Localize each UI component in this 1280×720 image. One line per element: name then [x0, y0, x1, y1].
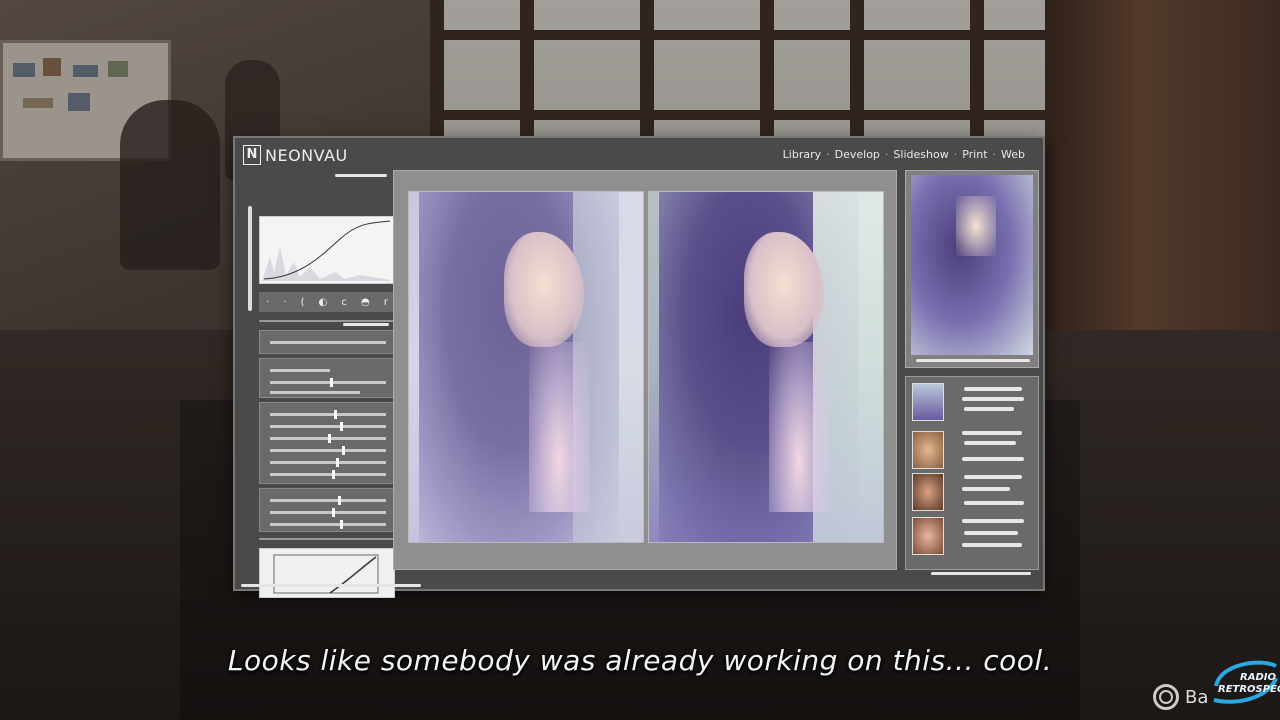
adjustments-panel: · · ( ◐ c ◓ r — [245, 170, 395, 598]
svg-text:RETROSPECT: RETROSPECT — [1218, 684, 1280, 695]
tool-icon[interactable]: · — [266, 297, 269, 308]
thumbnail[interactable] — [912, 431, 944, 469]
back-prompt[interactable]: Ba — [1153, 684, 1208, 710]
app-logo: N NEONVAU — [243, 144, 348, 166]
thumbnail[interactable] — [912, 517, 944, 555]
presence-section — [259, 488, 395, 532]
histogram — [259, 216, 395, 284]
basic-section — [259, 330, 395, 354]
brush-icon[interactable]: r — [384, 297, 388, 308]
tone-section — [259, 402, 395, 484]
after-photo[interactable] — [648, 191, 884, 543]
spot-icon[interactable]: ◐ — [319, 297, 328, 308]
before-after-view — [393, 170, 897, 570]
tool-icon[interactable]: · — [283, 297, 286, 308]
nav-web[interactable]: Web — [1001, 148, 1025, 161]
nav-develop[interactable]: Develop — [835, 148, 880, 161]
back-label: Ba — [1185, 686, 1209, 708]
nav-print[interactable]: Print — [962, 148, 987, 161]
tone-curve[interactable] — [259, 548, 395, 598]
panel-scrollbar[interactable] — [248, 206, 252, 311]
before-photo[interactable] — [408, 191, 644, 543]
thumbnail[interactable] — [912, 473, 944, 511]
circle-button-icon[interactable] — [1153, 684, 1179, 710]
tool-strip: · · ( ◐ c ◓ r — [259, 292, 395, 312]
filmstrip — [905, 376, 1039, 570]
nav-library[interactable]: Library — [783, 148, 821, 161]
thumbnail[interactable] — [912, 383, 944, 421]
gradient-icon[interactable]: ◓ — [361, 297, 370, 308]
crop-icon[interactable]: ( — [301, 297, 305, 308]
radio-retrospect-logo: RADIO RETROSPECT — [1213, 660, 1280, 704]
logo-mark-icon: N — [243, 145, 261, 165]
dialogue-subtitle: Looks like somebody was already working … — [227, 644, 1053, 677]
white-balance-section — [259, 358, 395, 398]
svg-text:RADIO: RADIO — [1240, 672, 1276, 683]
photo-editor-window: N NEONVAU Library · Develop · Slideshow … — [233, 136, 1045, 598]
app-title: NEONVAU — [265, 145, 348, 165]
redeye-icon[interactable]: c — [341, 297, 347, 308]
nav-slideshow[interactable]: Slideshow — [893, 148, 948, 161]
navigator-preview[interactable] — [905, 170, 1039, 368]
module-nav: Library · Develop · Slideshow · Print · … — [782, 148, 1025, 161]
navigator-panel — [905, 170, 1041, 570]
